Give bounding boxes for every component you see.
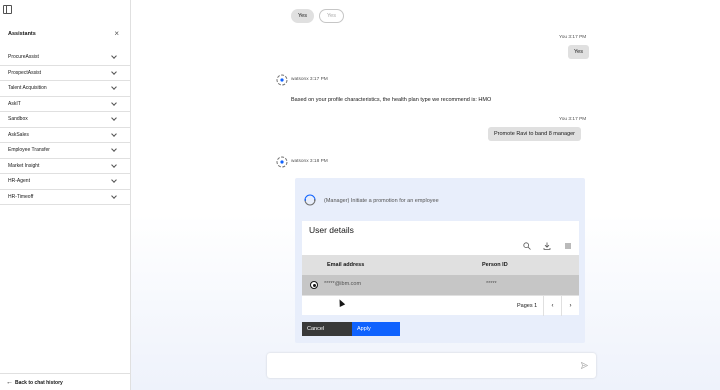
flow-icon [304, 194, 316, 206]
sidebar-item-label: ProspectAssist [8, 69, 42, 76]
card-title: (Manager) Initiate a promotion for an em… [324, 198, 439, 204]
table-header: Email address Person ID [302, 255, 579, 275]
sidebar-item-asksales[interactable]: AskSales [0, 128, 130, 143]
sidebar-item-label: Sandbox [8, 116, 28, 122]
message-meta: You 3:17 PM [559, 35, 587, 40]
cell-person-id: ***** [486, 281, 497, 287]
table-row[interactable]: *****@ibm.com ***** [302, 275, 579, 295]
message-input[interactable] [273, 359, 573, 371]
table-title: User details [309, 225, 354, 235]
quick-reply-yes-secondary[interactable]: Yes [319, 9, 344, 23]
page-label: Pages 1 [517, 303, 538, 309]
sidebar-item-label: ProcureAssist [8, 54, 39, 60]
column-header-email[interactable]: Email address [327, 262, 364, 268]
sidebar-item-market-insight[interactable]: Market Insight [0, 159, 130, 174]
back-arrow-icon: ← [6, 379, 13, 386]
chevron-down-icon [111, 192, 117, 199]
user-message: Promote Ravi to band 8 manager [488, 127, 582, 141]
row-radio[interactable] [310, 281, 318, 289]
download-icon[interactable] [543, 242, 551, 250]
message-meta: watsonx 3:17 PM [291, 77, 328, 82]
quick-reply-yes[interactable]: Yes [291, 9, 314, 23]
user-message: Yes [568, 45, 589, 59]
chevron-down-icon [111, 68, 117, 75]
cancel-button[interactable]: Cancel [302, 322, 353, 336]
sidebar-item-label: AskIT [8, 100, 21, 107]
next-page-button[interactable]: › [561, 296, 579, 316]
message-meta: You 3:17 PM [559, 117, 587, 122]
sidebar-item-hr-timeoff[interactable]: HR-Timeoff [0, 190, 130, 205]
apply-button[interactable]: Apply [352, 322, 400, 336]
sidebar-item-label: AskSales [8, 131, 29, 138]
back-label: Back to chat history [15, 380, 63, 386]
chevron-down-icon [111, 84, 117, 90]
sidebar-header: Assistants × [0, 26, 130, 46]
sidebar-item-employee-transfer[interactable]: Employee Transfer [0, 143, 130, 159]
chevron-down-icon [111, 146, 117, 152]
chat-panel: Yes Yes You 3:17 PM Yes watsonx 3:17 PM … [131, 0, 720, 390]
sidebar-item-label: Talent Acquisition [8, 85, 47, 91]
message-meta: watsonx 3:18 PM [291, 159, 328, 164]
promotion-card: (Manager) Initiate a promotion for an em… [295, 178, 585, 343]
close-icon[interactable]: × [114, 29, 119, 39]
chevron-down-icon [111, 130, 117, 137]
chevron-down-icon [111, 99, 117, 106]
sidebar-item-talent-acquisition[interactable]: Talent Acquisition [0, 81, 130, 97]
sidebar-item-label: HR-Agent [8, 178, 30, 184]
watsonx-avatar-icon [276, 156, 288, 168]
card-header: (Manager) Initiate a promotion for an em… [303, 193, 583, 207]
sidebar-item-askit[interactable]: AskIT [0, 97, 130, 112]
sidebar-item-label: HR-Timeoff [8, 193, 34, 200]
sidebar-item-hr-agent[interactable]: HR-Agent [0, 174, 130, 190]
back-to-chat-history[interactable]: ← Back to chat history [0, 373, 130, 390]
chevron-down-icon [111, 53, 117, 59]
sidebar-title: Assistants [8, 31, 36, 37]
send-icon[interactable] [581, 362, 588, 369]
assistant-list: ProcureAssist ProspectAssist Talent Acqu… [0, 50, 130, 205]
sidebar-item-label: Market Insight [8, 162, 40, 169]
search-icon[interactable] [523, 242, 531, 250]
sidebar-item-label: Employee Transfer [8, 147, 50, 153]
chevron-down-icon [111, 115, 117, 121]
sidebar-item-sandbox[interactable]: Sandbox [0, 112, 130, 128]
column-header-person-id[interactable]: Person ID [482, 262, 508, 268]
prev-page-button[interactable]: ‹ [543, 296, 561, 316]
message-composer [267, 353, 596, 378]
chevron-down-icon [111, 177, 117, 183]
sidebar-item-prospectassist[interactable]: ProspectAssist [0, 66, 130, 81]
panel-toggle-icon[interactable] [3, 5, 12, 14]
chevron-down-icon [111, 161, 117, 168]
cell-email: *****@ibm.com [324, 281, 362, 287]
sidebar-item-procureassist[interactable]: ProcureAssist [0, 50, 130, 66]
assistants-sidebar: Assistants × ProcureAssist ProspectAssis… [0, 0, 131, 390]
watsonx-avatar-icon [276, 74, 288, 86]
bot-message: Based on your profile characteristics, t… [291, 97, 492, 103]
settings-icon[interactable] [564, 242, 572, 250]
